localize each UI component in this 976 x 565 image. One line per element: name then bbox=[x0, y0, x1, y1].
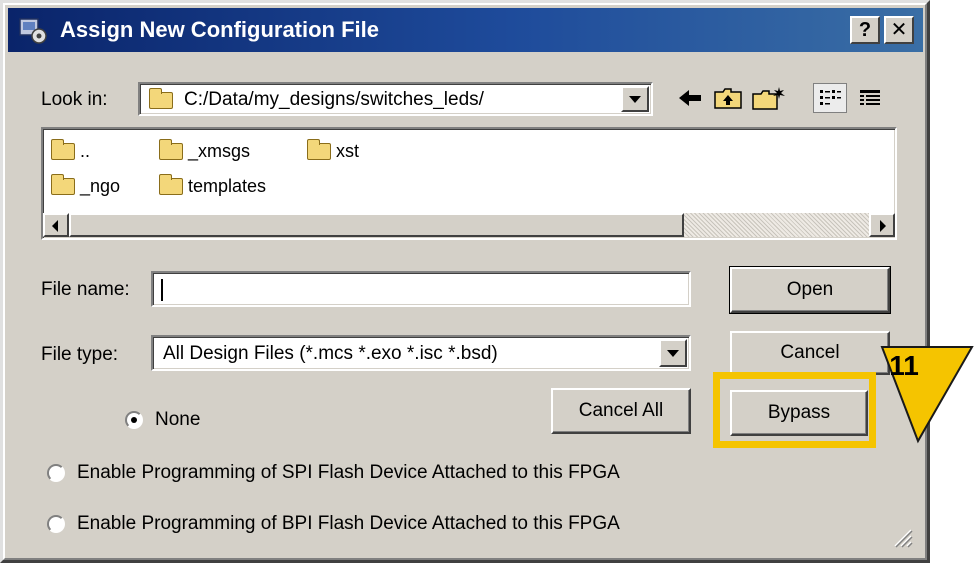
scrollbar-thumb[interactable] bbox=[69, 213, 684, 237]
file-type-dropdown-arrow[interactable] bbox=[659, 339, 687, 367]
radio-spi-flash[interactable] bbox=[47, 464, 65, 482]
radio-bpi-flash-label: Enable Programming of BPI Flash Device A… bbox=[77, 513, 620, 534]
file-name: .. bbox=[80, 141, 91, 161]
dialog-app-icon bbox=[19, 18, 47, 44]
close-button[interactable]: ✕ bbox=[884, 16, 914, 44]
file-name-input[interactable] bbox=[151, 271, 691, 307]
resize-grip-icon[interactable] bbox=[891, 526, 913, 548]
file-name: _ngo bbox=[80, 176, 121, 196]
file-name: templates bbox=[188, 176, 267, 196]
title-bar[interactable]: Assign New Configuration File ? ✕ bbox=[8, 8, 923, 52]
folder-icon bbox=[159, 139, 183, 160]
callout-number: 11 bbox=[889, 350, 919, 381]
details-view-icon[interactable] bbox=[853, 83, 887, 113]
look-in-combo[interactable]: C:/Data/my_designs/switches_leds/ bbox=[138, 82, 653, 116]
folder-icon bbox=[307, 139, 331, 160]
file-name-label: File name: bbox=[41, 279, 130, 300]
folder-icon bbox=[51, 174, 75, 195]
up-folder-icon[interactable] bbox=[711, 83, 745, 113]
file-list-scrollbar[interactable] bbox=[43, 213, 895, 237]
list-item[interactable]: _ngo bbox=[51, 174, 121, 197]
list-item[interactable]: templates bbox=[159, 174, 267, 197]
open-button[interactable]: Open bbox=[729, 266, 891, 314]
radio-none[interactable] bbox=[125, 411, 143, 429]
radio-none-label: None bbox=[155, 409, 201, 430]
dialog-title: Assign New Configuration File bbox=[60, 17, 380, 42]
list-view-icon[interactable] bbox=[813, 83, 847, 113]
file-name: xst bbox=[336, 141, 360, 161]
file-name-value bbox=[161, 279, 163, 301]
look-in-dropdown-arrow[interactable] bbox=[621, 86, 649, 112]
file-type-value: All Design Files (*.mcs *.exo *.isc *.bs… bbox=[163, 343, 498, 364]
folder-icon bbox=[159, 174, 183, 195]
list-item[interactable]: xst bbox=[307, 139, 360, 162]
folder-icon bbox=[51, 139, 75, 160]
file-name: _xmsgs bbox=[188, 141, 251, 161]
folder-icon bbox=[149, 88, 173, 110]
file-type-select[interactable]: All Design Files (*.mcs *.exo *.isc *.bs… bbox=[151, 335, 691, 371]
look-in-label: Look in: bbox=[41, 89, 108, 110]
scrollbar-track[interactable] bbox=[684, 213, 869, 237]
bypass-highlight-box bbox=[713, 372, 876, 448]
list-item[interactable]: .. bbox=[51, 139, 91, 162]
file-type-label: File type: bbox=[41, 344, 119, 365]
list-item[interactable]: _xmsgs bbox=[159, 139, 251, 162]
scroll-right-arrow-icon[interactable] bbox=[869, 213, 895, 237]
assign-config-dialog: Assign New Configuration File ? ✕ Look i… bbox=[0, 0, 930, 563]
help-button[interactable]: ? bbox=[850, 16, 880, 44]
cancel-all-button[interactable]: Cancel All bbox=[551, 388, 691, 434]
back-arrow-icon[interactable] bbox=[675, 83, 705, 113]
new-folder-icon[interactable] bbox=[749, 83, 789, 113]
look-in-path: C:/Data/my_designs/switches_leds/ bbox=[184, 89, 484, 110]
radio-spi-flash-label: Enable Programming of SPI Flash Device A… bbox=[77, 462, 620, 483]
cancel-button[interactable]: Cancel bbox=[730, 331, 890, 375]
radio-bpi-flash[interactable] bbox=[47, 515, 65, 533]
scroll-left-arrow-icon[interactable] bbox=[43, 213, 69, 237]
